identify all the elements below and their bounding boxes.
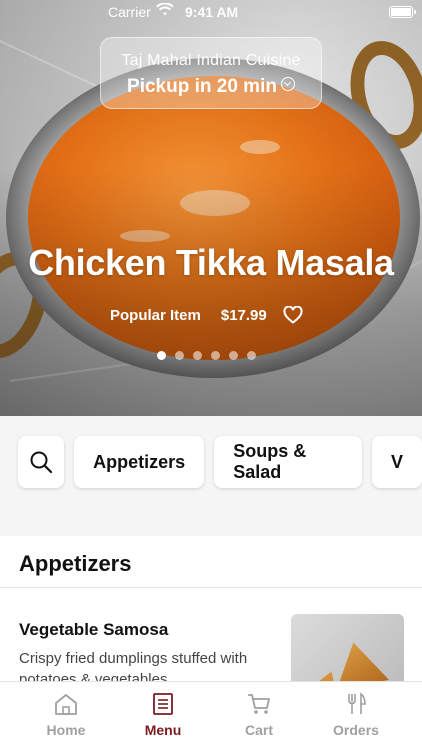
status-bar: Carrier 9:41 AM	[0, 0, 422, 24]
featured-dish-meta: Popular Item $17.99	[110, 306, 303, 324]
search-button[interactable]	[18, 436, 65, 488]
tab-menu[interactable]: Menu	[118, 692, 208, 738]
carousel-dot[interactable]	[211, 351, 220, 360]
tab-home[interactable]: Home	[21, 692, 111, 738]
category-bar: Appetizers Soups & Salad V	[18, 436, 422, 488]
carrier-label: Carrier	[108, 4, 151, 20]
category-chip-partial[interactable]: V	[371, 436, 422, 488]
carousel-dot[interactable]	[229, 351, 238, 360]
tab-orders[interactable]: Orders	[311, 692, 401, 738]
wifi-icon	[156, 3, 174, 16]
heart-icon[interactable]	[283, 306, 303, 324]
carousel-dot[interactable]	[157, 351, 166, 360]
carousel-dot[interactable]	[175, 351, 184, 360]
featured-dish-title[interactable]: Chicken Tikka Masala	[0, 242, 422, 284]
carousel-dot[interactable]	[193, 351, 202, 360]
tab-cart[interactable]: Cart	[214, 692, 304, 738]
tab-orders-label: Orders	[333, 722, 379, 738]
home-icon	[55, 694, 77, 715]
restaurant-name: Taj Mahal Indian Cuisine	[121, 52, 301, 69]
tab-bar: Home Menu Cart Orders	[0, 681, 422, 750]
search-icon	[30, 451, 53, 474]
pickup-time: Pickup in 20 min	[101, 76, 321, 98]
tab-home-label: Home	[46, 722, 86, 738]
tab-cart-label: Cart	[244, 722, 273, 738]
carousel-dot[interactable]	[247, 351, 256, 360]
tab-menu-label: Menu	[144, 722, 182, 738]
section-header: Appetizers	[0, 536, 422, 588]
cart-icon	[248, 694, 270, 714]
battery-icon	[389, 6, 416, 18]
menu-icon	[153, 693, 173, 715]
category-chip-soups-salad[interactable]: Soups & Salad	[214, 436, 362, 488]
chevron-down-icon	[280, 77, 295, 91]
pickup-label: Pickup in 20 min	[127, 76, 277, 97]
featured-price: $17.99	[220, 306, 267, 324]
category-chip-appetizers[interactable]: Appetizers	[74, 436, 205, 488]
carousel-dots[interactable]	[157, 351, 256, 360]
restaurant-selector[interactable]: Taj Mahal Indian Cuisine Pickup in 20 mi…	[100, 37, 322, 109]
clock: 9:41 AM	[185, 4, 239, 20]
section-title: Appetizers	[19, 551, 132, 576]
popular-tag: Popular Item	[110, 306, 201, 324]
utensils-icon	[348, 692, 366, 714]
menu-item-name: Vegetable Samosa	[19, 620, 169, 639]
